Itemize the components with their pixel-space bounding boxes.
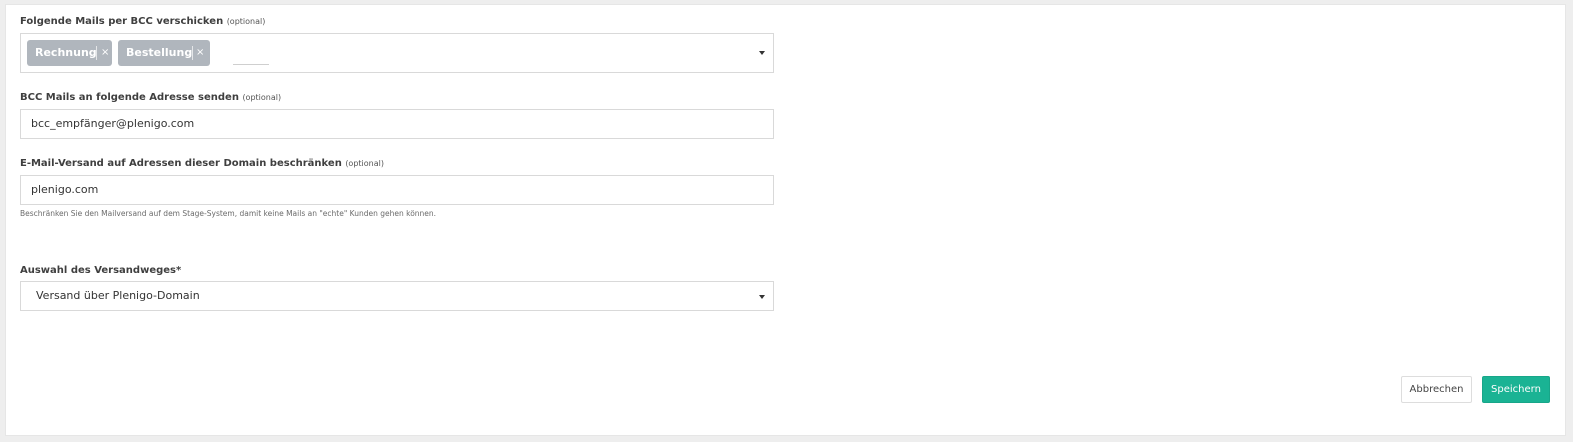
bcc-address-input[interactable]: bcc_empfänger@plenigo.com (20, 109, 774, 139)
bcc-address-value: bcc_empfänger@plenigo.com (31, 117, 195, 130)
tag-rechnung: Rechnung × (27, 40, 112, 66)
domain-restriction-value: plenigo.com (31, 183, 99, 196)
close-icon[interactable]: × (196, 40, 204, 66)
shipping-method-select[interactable]: Versand über Plenigo-Domain (20, 281, 774, 311)
tag-separator (192, 46, 193, 60)
tag-separator (96, 46, 97, 60)
caret-down-icon[interactable] (759, 51, 765, 55)
shipping-method-selected: Versand über Plenigo-Domain (36, 289, 200, 302)
domain-restriction-label-text: E-Mail-Versand auf Adressen dieser Domai… (20, 158, 342, 169)
close-icon[interactable]: × (101, 40, 109, 66)
cancel-button[interactable]: Abbrechen (1401, 376, 1472, 403)
optional-hint: (optional) (345, 159, 384, 168)
tag-label: Bestellung (126, 46, 193, 59)
bcc-types-multiselect[interactable]: Rechnung × Bestellung × (20, 33, 774, 73)
caret-down-icon[interactable] (759, 295, 765, 299)
domain-restriction-input[interactable]: plenigo.com (20, 175, 774, 205)
shipping-method-label: Auswahl des Versandweges* (20, 265, 182, 276)
tag-label: Rechnung (35, 46, 97, 59)
bcc-address-label-text: BCC Mails an folgende Adresse senden (20, 92, 239, 103)
tag-bestellung: Bestellung × (118, 40, 210, 66)
bcc-types-label: Folgende Mails per BCC verschicken (opti… (20, 16, 265, 27)
optional-hint: (optional) (242, 93, 282, 102)
domain-restriction-help: Beschränken Sie den Mailversand auf dem … (20, 209, 437, 218)
domain-restriction-label: E-Mail-Versand auf Adressen dieser Domai… (20, 158, 384, 169)
tag-search-input[interactable] (233, 64, 269, 65)
save-button[interactable]: Speichern (1482, 376, 1550, 403)
bcc-address-label: BCC Mails an folgende Adresse senden (op… (20, 92, 281, 103)
optional-hint: (optional) (226, 17, 266, 26)
bcc-types-label-text: Folgende Mails per BCC verschicken (20, 16, 224, 27)
